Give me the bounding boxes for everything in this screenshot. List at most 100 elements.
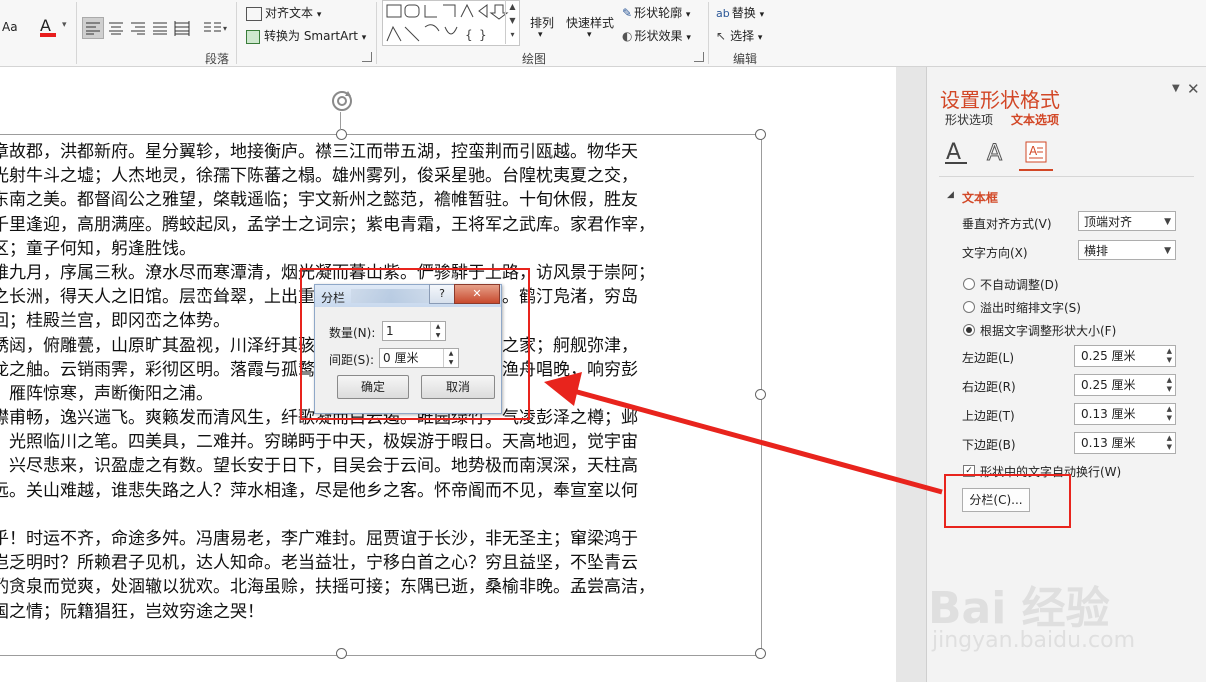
- replace-button[interactable]: ab 替换 ▾: [716, 4, 764, 21]
- align-text-label: 对齐文本: [265, 6, 314, 20]
- radio-resize[interactable]: [963, 324, 975, 336]
- right-margin-spin-icon[interactable]: ▲ ▼: [1167, 376, 1172, 394]
- text-fill-outline-icon[interactable]: A: [943, 139, 973, 167]
- top-margin-spin-icon[interactable]: ▲ ▼: [1167, 405, 1172, 423]
- font-size-button[interactable]: Aa: [2, 20, 18, 34]
- highlight-box-dialog: [300, 268, 530, 420]
- group-label-editing: 编辑: [733, 52, 758, 66]
- bottom-margin-spin-icon[interactable]: ▲ ▼: [1167, 434, 1172, 452]
- radio-noautofit[interactable]: [963, 278, 975, 290]
- bottom-margin-input[interactable]: 0.13 厘米 ▲ ▼: [1074, 432, 1176, 454]
- valign-label: 垂直对齐方式(V): [962, 217, 1052, 231]
- bottom-margin-label: 下边距(B): [962, 438, 1016, 452]
- direction-dropdown[interactable]: 横排 ▼: [1078, 240, 1176, 260]
- direction-value: 横排: [1084, 244, 1109, 258]
- align-text-icon: [246, 6, 262, 21]
- shapes-gallery[interactable]: { }: [382, 0, 520, 46]
- replace-label: 替换: [731, 6, 756, 20]
- shapes-gallery-scroll[interactable]: ▲ ▼ ▾: [505, 0, 519, 44]
- select-button[interactable]: ↖ 选择 ▾: [716, 27, 762, 44]
- slide-text-line: 岂乏明时？所赖君子见机，达人知命。老当益壮，宁移白首之心？穷且益坚，不坠青云: [0, 553, 638, 574]
- shape-outline-button[interactable]: ✎ 形状轮廓 ▾: [622, 4, 690, 21]
- quick-styles-label: 快速样式: [566, 16, 615, 30]
- top-margin-value: 0.13 厘米: [1081, 407, 1136, 421]
- slide-text-line: 东南之美。都督阎公之雅望，棨戟遥临；宇文新州之懿范，襜帷暂驻。十旬休假，胜友: [0, 190, 638, 211]
- arrange-dropdown-icon: ▾: [538, 30, 543, 40]
- slide-text-line: 国之情；阮籍猖狂，岂效穷途之哭！: [0, 601, 264, 622]
- shapes-gallery-icons: { }: [386, 3, 509, 42]
- resize-handle-bottom-right[interactable]: [755, 648, 766, 659]
- shape-outline-label: 形状轮廓: [634, 6, 683, 20]
- ribbon: Aa A ▾ ▾ 对齐文本 ▾ 转换为 SmartArt ▾ 段落 {} ▲ …: [0, 0, 1206, 67]
- radio-resize-label: 根据文字调整形状大小(F): [980, 324, 1117, 338]
- top-margin-label: 上边距(T): [962, 409, 1015, 423]
- replace-icon: ab: [716, 7, 730, 20]
- slide-text-line: [0, 503, 752, 527]
- pane-close-icon[interactable]: ✕: [1187, 80, 1200, 98]
- resize-handle-bottom[interactable]: [336, 648, 347, 659]
- distribute-icon[interactable]: [172, 18, 192, 38]
- slide-text-line: 乎！时运不齐，命途多舛。冯唐易老，李广难封。屈贾谊于长沙，非无圣主；窜梁鸿于: [0, 529, 638, 549]
- watermark-brand: Bai 经验: [928, 583, 1110, 634]
- convert-smartart-button[interactable]: 转换为 SmartArt ▾: [246, 27, 366, 44]
- font-color-dropdown-icon[interactable]: ▾: [62, 20, 67, 30]
- svg-text:A: A: [946, 140, 961, 165]
- justify-icon[interactable]: [150, 18, 170, 38]
- rotate-handle-stem: [340, 112, 341, 130]
- left-margin-value: 0.25 厘米: [1081, 349, 1136, 363]
- valign-dropdown[interactable]: 顶端对齐 ▼: [1078, 211, 1176, 231]
- bottom-margin-value: 0.13 厘米: [1081, 436, 1136, 450]
- align-left-icon: [86, 22, 100, 35]
- top-margin-input[interactable]: 0.13 厘米 ▲ ▼: [1074, 403, 1176, 425]
- pane-title: 设置形状格式: [940, 88, 1060, 112]
- select-label: 选择: [730, 29, 755, 43]
- slide-text-line: 区；童子何知，躬逢胜饯。: [0, 238, 196, 259]
- font-color-button[interactable]: A: [40, 16, 56, 37]
- valign-value: 顶端对齐: [1084, 215, 1133, 229]
- radio-shrink[interactable]: [963, 301, 975, 313]
- cursor-icon: ↖: [716, 29, 727, 43]
- right-margin-label: 右边距(R): [962, 380, 1016, 394]
- align-text-button[interactable]: 对齐文本 ▾: [246, 4, 321, 21]
- slide-text-line: 章故郡，洪都新府。星分翼轸，地接衡庐。襟三江而带五湖，控蛮荆而引瓯越。物华天: [0, 142, 638, 162]
- radio-noautofit-label: 不自动调整(D): [980, 278, 1059, 292]
- pane-options-dropdown-icon[interactable]: ▼: [1172, 83, 1180, 94]
- align-right-icon[interactable]: [128, 18, 148, 38]
- text-effects-icon[interactable]: A: [983, 139, 1013, 167]
- left-margin-input[interactable]: 0.25 厘米 ▲ ▼: [1074, 345, 1176, 367]
- textbox-icon: A: [1025, 141, 1047, 163]
- svg-text:{: {: [465, 28, 473, 42]
- effects-icon: ◐: [622, 29, 633, 43]
- resize-handle-top[interactable]: [336, 129, 347, 140]
- right-margin-value: 0.25 厘米: [1081, 378, 1136, 392]
- paragraph-launcher[interactable]: [362, 52, 372, 62]
- svg-text:▾: ▾: [223, 24, 227, 33]
- drawing-launcher[interactable]: [694, 52, 704, 62]
- section-textbox-title: 文本框: [962, 191, 999, 205]
- shape-effects-button[interactable]: ◐ 形状效果 ▾: [622, 27, 691, 44]
- align-center-icon[interactable]: [106, 18, 126, 38]
- right-margin-input[interactable]: 0.25 厘米 ▲ ▼: [1074, 374, 1176, 396]
- section-collapse-icon[interactable]: ◢: [947, 190, 954, 200]
- valign-dropdown-icon: ▼: [1164, 217, 1171, 227]
- svg-text:A: A: [987, 141, 1002, 166]
- left-margin-spin-icon[interactable]: ▲ ▼: [1167, 347, 1172, 365]
- slide-text-line: 酌贪泉而觉爽，处涸辙以犹欢。北海虽赊，扶摇可接；东隅已逝，桑榆非晚。孟尝高洁，: [0, 577, 655, 598]
- font-color-label: A: [40, 16, 51, 35]
- arrange-label: 排列: [530, 16, 555, 30]
- slide-text-line: 光射牛斗之墟；人杰地灵，徐孺下陈蕃之榻。雄州雾列，俊采星驰。台隍枕夷夏之交，: [0, 166, 638, 187]
- direction-dropdown-icon: ▼: [1164, 246, 1171, 256]
- resize-handle-top-right[interactable]: [755, 129, 766, 140]
- align-left-button[interactable]: [82, 17, 104, 39]
- columns-icon[interactable]: ▾: [202, 18, 228, 38]
- pencil-icon: ✎: [622, 6, 633, 20]
- radio-shrink-label: 溢出时缩排文字(S): [980, 301, 1081, 315]
- svg-text:A: A: [1029, 144, 1038, 158]
- tab-text-options[interactable]: 文本选项: [1011, 111, 1059, 128]
- convert-smartart-label: 转换为 SmartArt: [264, 29, 358, 43]
- textbox-tab[interactable]: A: [1019, 137, 1053, 171]
- tab-shape-options[interactable]: 形状选项: [945, 111, 993, 128]
- quick-styles-dropdown-icon: ▾: [587, 30, 592, 40]
- left-margin-label: 左边距(L): [962, 351, 1015, 365]
- rotate-handle-icon[interactable]: [329, 88, 355, 114]
